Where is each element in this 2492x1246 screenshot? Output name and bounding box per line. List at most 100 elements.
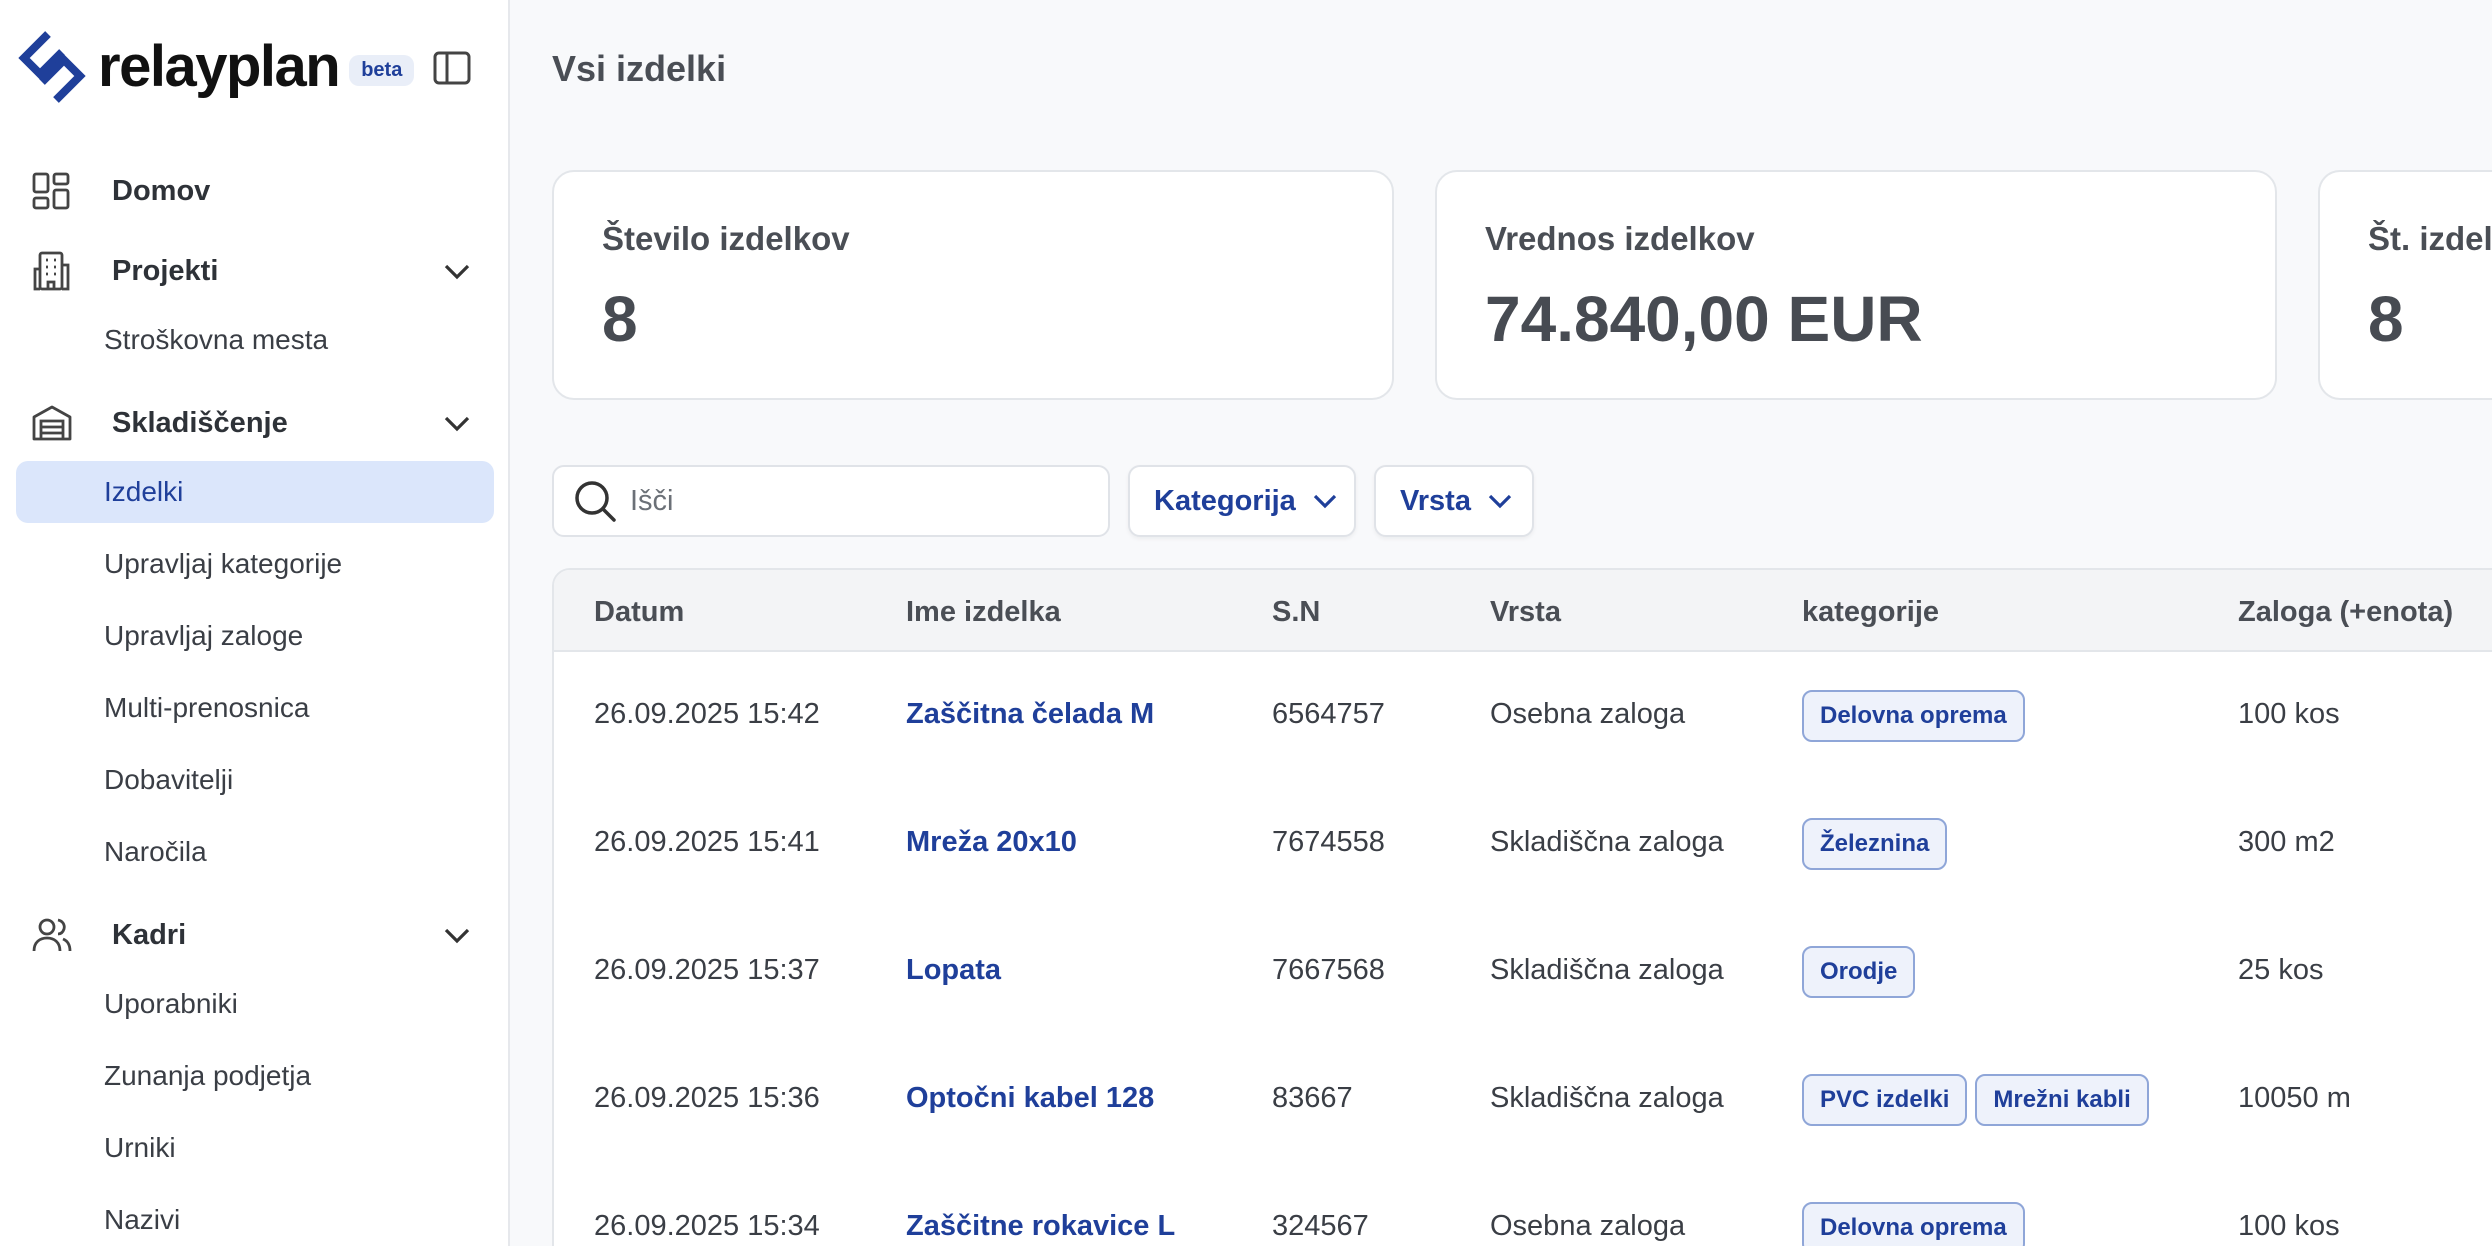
dashboard-icon (32, 172, 70, 210)
sidebar-item-skladiscenje[interactable]: Skladiščenje (16, 392, 494, 454)
brand-name: relayplan (98, 34, 341, 99)
cell-type: Osebna zaloga (1490, 698, 1686, 730)
page-title: Vsi izdelki (552, 48, 727, 89)
table-row[interactable]: 26.09.2025 15:36 Optočni kabel 128 83667… (554, 1038, 2492, 1166)
stat-value: 8 (602, 283, 638, 355)
sidebar-item-label: Skladiščenje (112, 406, 288, 439)
stat-value: 8 (2368, 283, 2404, 355)
category-tag[interactable]: Orodje (1802, 946, 1916, 998)
stat-card-value: Vrednos izdelkov 74.840,00 EUR (1435, 170, 2277, 400)
product-name-link[interactable]: Zaščitna čelada M (906, 698, 1154, 731)
column-header-zaloga[interactable]: Zaloga (+enota) (2238, 596, 2453, 629)
sidebar-item-dobavitelji[interactable]: Dobavitelji (16, 749, 494, 811)
cell-stock: 100 kos (2238, 698, 2340, 730)
column-header-sn[interactable]: S.N (1272, 596, 1320, 629)
sidebar-item-zunanja-podjetja[interactable]: Zunanja podjetja (16, 1045, 494, 1107)
chevron-down-icon[interactable] (442, 259, 472, 283)
search-box[interactable] (552, 465, 1110, 537)
cell-serial: 83667 (1272, 1082, 1353, 1114)
category-tags: Delovna oprema (1802, 1202, 2025, 1246)
cell-type: Osebna zaloga (1490, 1210, 1686, 1242)
sidebar-item-label: Projekti (112, 254, 219, 287)
chevron-down-icon (1313, 494, 1336, 509)
search-input[interactable] (630, 484, 1090, 518)
search-icon (575, 481, 616, 522)
chevron-down-icon[interactable] (442, 411, 472, 435)
cell-stock: 25 kos (2238, 954, 2324, 986)
sidebar-item-narocila[interactable]: Naročila (16, 821, 494, 883)
beta-badge: beta (349, 54, 415, 86)
product-name-link[interactable]: Mreža 20x10 (906, 826, 1077, 859)
cell-type: Skladiščna zaloga (1490, 826, 1724, 858)
column-header-vrsta[interactable]: Vrsta (1490, 596, 1561, 629)
cell-serial: 7674558 (1272, 826, 1385, 858)
products-table: Datum Ime izdelka S.N Vrsta kategorije Z… (552, 568, 2492, 1246)
brand[interactable]: relayplan beta (16, 28, 415, 106)
cell-serial: 7667568 (1272, 954, 1385, 986)
sidebar-item-upravljaj-kategorije[interactable]: Upravljaj kategorije (16, 533, 494, 595)
category-tags: Orodje (1802, 946, 1916, 998)
cell-serial: 6564757 (1272, 698, 1385, 730)
table-row[interactable]: 26.09.2025 15:41 Mreža 20x10 7674558 Skl… (554, 782, 2492, 910)
category-tag[interactable]: Mrežni kabli (1975, 1074, 2149, 1126)
cell-date: 26.09.2025 15:42 (594, 698, 820, 730)
stat-value: 74.840,00 EUR (1485, 283, 1923, 355)
stat-label: Vrednos izdelkov (1485, 220, 1755, 257)
stat-card-count: Število izdelkov 8 (552, 170, 1394, 400)
category-tags: Železnina (1802, 818, 1948, 870)
chevron-down-icon[interactable] (442, 923, 472, 947)
sidebar-item-label: Kadri (112, 918, 187, 951)
category-tag[interactable]: Železnina (1802, 818, 1948, 870)
stat-card-third: Št. izdel 8 (2318, 170, 2492, 400)
category-tag[interactable]: Delovna oprema (1802, 1202, 2025, 1246)
category-tag[interactable]: PVC izdelki (1802, 1074, 1968, 1126)
product-name-link[interactable]: Optočni kabel 128 (906, 1082, 1154, 1115)
sidebar-item-multi-prenosnica[interactable]: Multi-prenosnica (16, 677, 494, 739)
stat-label: Število izdelkov (602, 220, 850, 257)
cell-date: 26.09.2025 15:36 (594, 1082, 820, 1114)
sidebar-item-projekti[interactable]: Projekti (16, 240, 494, 302)
sidebar-item-stroskovna-mesta[interactable]: Stroškovna mesta (16, 309, 494, 371)
sidebar-item-uporabniki[interactable]: Uporabniki (16, 973, 494, 1035)
sidebar: relayplan beta Domov Projekti Stroškovna… (0, 0, 510, 1246)
category-filter-button[interactable]: Kategorija (1128, 465, 1356, 537)
sidebar-toggle-icon[interactable] (432, 50, 472, 86)
sidebar-item-label: Domov (112, 174, 211, 207)
warehouse-icon (32, 405, 72, 441)
category-tags: Delovna oprema (1802, 690, 2025, 742)
column-header-kategorije[interactable]: kategorije (1802, 596, 1939, 629)
table-row[interactable]: 26.09.2025 15:34 Zaščitne rokavice L 324… (554, 1166, 2492, 1246)
sidebar-item-upravljaj-zaloge[interactable]: Upravljaj zaloge (16, 605, 494, 667)
chevron-down-icon (1488, 494, 1512, 509)
product-name-link[interactable]: Lopata (906, 954, 1001, 987)
table-header: Datum Ime izdelka S.N Vrsta kategorije Z… (554, 570, 2492, 652)
relayplan-logo-icon (18, 31, 86, 103)
cell-date: 26.09.2025 15:37 (594, 954, 820, 986)
category-tags: PVC izdelki Mrežni kabli (1802, 1074, 2149, 1126)
sidebar-item-urniki[interactable]: Urniki (16, 1117, 494, 1179)
sidebar-item-kadri[interactable]: Kadri (16, 904, 494, 966)
cell-type: Skladiščna zaloga (1490, 954, 1724, 986)
column-header-ime-izdelka[interactable]: Ime izdelka (906, 596, 1061, 629)
cell-stock: 300 m2 (2238, 826, 2335, 858)
table-row[interactable]: 26.09.2025 15:37 Lopata 7667568 Skladišč… (554, 910, 2492, 1038)
cell-serial: 324567 (1272, 1210, 1369, 1242)
cell-date: 26.09.2025 15:34 (594, 1210, 820, 1242)
product-name-link[interactable]: Zaščitne rokavice L (906, 1210, 1175, 1243)
sidebar-item-nazivi[interactable]: Nazivi (16, 1189, 494, 1246)
users-icon (32, 918, 72, 952)
column-header-datum[interactable]: Datum (594, 596, 684, 629)
building-icon (33, 251, 70, 291)
cell-type: Skladiščna zaloga (1490, 1082, 1724, 1114)
stat-label: Št. izdel (2368, 220, 2492, 257)
sidebar-item-domov[interactable]: Domov (16, 160, 494, 222)
sidebar-item-izdelki[interactable]: Izdelki (16, 461, 494, 523)
type-filter-button[interactable]: Vrsta (1374, 465, 1534, 537)
cell-stock: 100 kos (2238, 1210, 2340, 1242)
table-row[interactable]: 26.09.2025 15:42 Zaščitna čelada M 65647… (554, 654, 2492, 782)
category-tag[interactable]: Delovna oprema (1802, 690, 2025, 742)
type-filter-label: Vrsta (1400, 484, 1471, 517)
cell-date: 26.09.2025 15:41 (594, 826, 820, 858)
category-filter-label: Kategorija (1154, 484, 1296, 517)
cell-stock: 10050 m (2238, 1082, 2351, 1114)
